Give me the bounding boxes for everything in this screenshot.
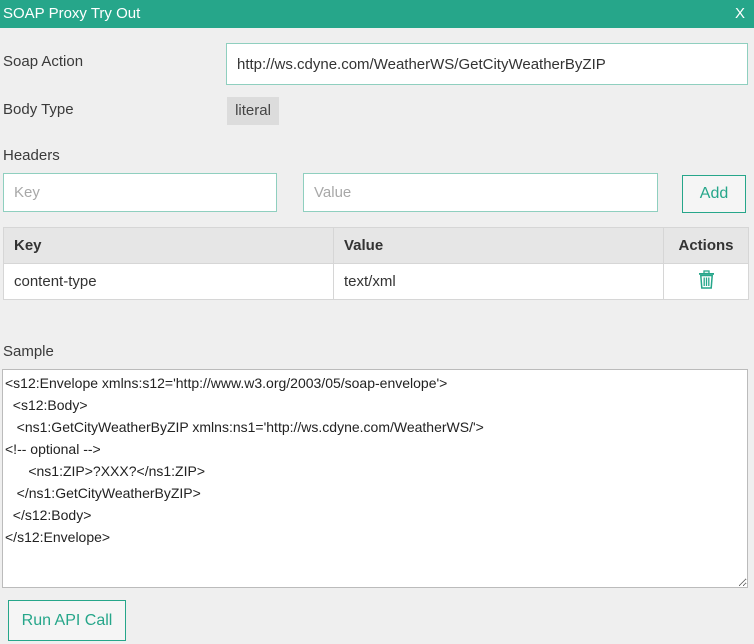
add-header-button[interactable]: Add: [682, 175, 746, 213]
soap-action-label: Soap Action: [3, 53, 84, 70]
header-row-actions: [663, 263, 749, 300]
headers-label: Headers: [3, 147, 60, 164]
header-row-value: text/xml: [333, 263, 664, 300]
close-button[interactable]: X: [726, 0, 754, 28]
sample-textarea[interactable]: <s12:Envelope xmlns:s12='http://www.w3.o…: [2, 369, 748, 588]
column-header-value: Value: [333, 227, 664, 264]
body-type-label: Body Type: [3, 101, 74, 118]
headers-table-header-row: Key Value Actions: [3, 227, 749, 264]
header-key-input[interactable]: [3, 173, 277, 212]
sample-label: Sample: [3, 343, 54, 360]
body-type-value: literal: [227, 97, 279, 125]
trash-icon[interactable]: [698, 270, 715, 293]
header-row-key: content-type: [3, 263, 334, 300]
table-row: content-type text/xml: [3, 263, 749, 300]
dialog-titlebar: SOAP Proxy Try Out X: [0, 0, 754, 28]
headers-table: Key Value Actions content-type text/xml: [3, 227, 749, 300]
header-value-input[interactable]: [303, 173, 658, 212]
soap-action-input[interactable]: [226, 43, 748, 85]
column-header-actions: Actions: [663, 227, 749, 264]
run-api-call-button[interactable]: Run API Call: [8, 600, 126, 641]
dialog-title: SOAP Proxy Try Out: [3, 5, 141, 22]
column-header-key: Key: [3, 227, 334, 264]
